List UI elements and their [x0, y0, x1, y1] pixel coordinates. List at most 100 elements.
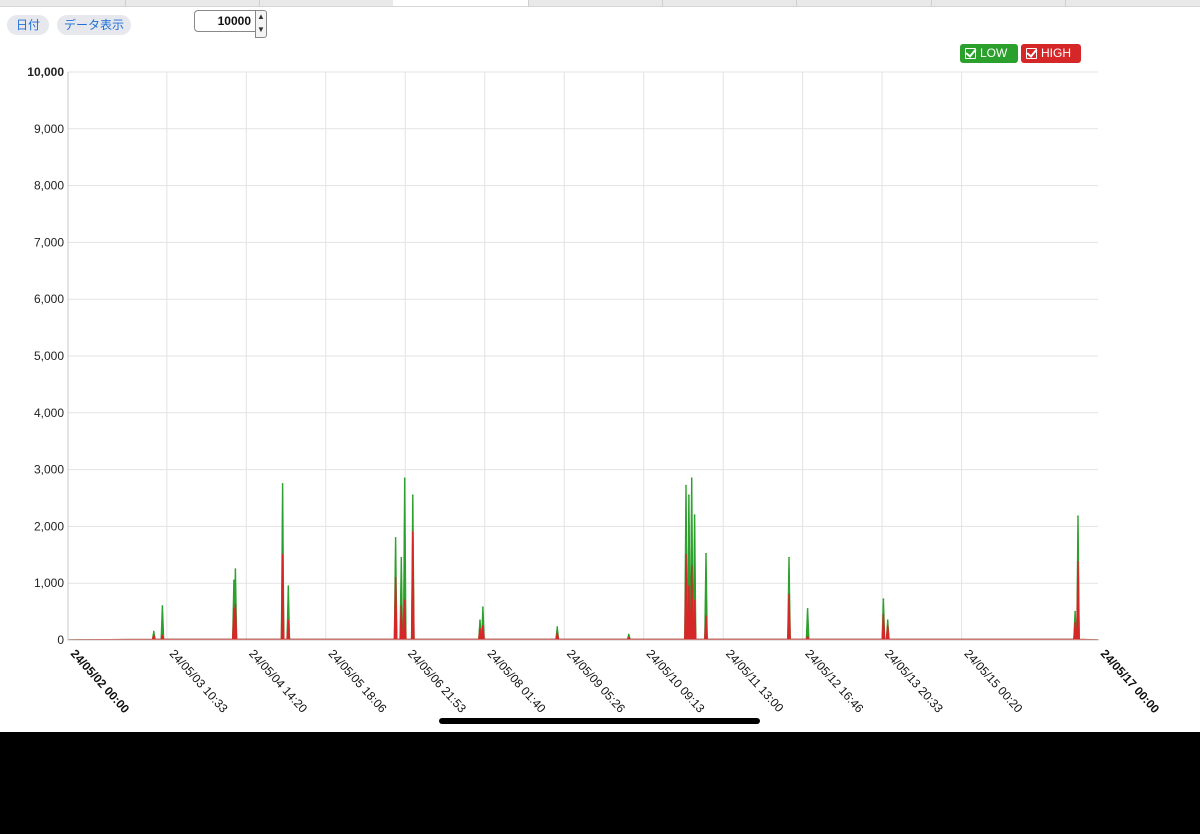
series-high-area [67, 531, 1099, 641]
x-tick-label: 24/05/04 14:20 [246, 647, 310, 716]
data-point-high [411, 531, 414, 533]
data-point-high [882, 613, 885, 616]
date-button[interactable]: 日付 [7, 15, 49, 35]
data-point-high [161, 634, 164, 637]
y-tick-label: 6,000 [34, 292, 64, 306]
y-tick-label: 1,000 [34, 576, 64, 590]
data-point-low [685, 484, 687, 487]
data-point-low [161, 605, 164, 607]
grid [68, 71, 1098, 641]
series-layer [67, 477, 1099, 641]
data-point-high [788, 593, 790, 596]
data-point-high [806, 635, 809, 638]
x-tick-label: 24/05/09 05:26 [564, 647, 628, 716]
y-tick-label: 3,000 [34, 463, 64, 477]
data-point-low [627, 633, 630, 636]
y-tick-label: 8,000 [34, 179, 64, 193]
stepper-arrows[interactable]: ▲ ▼ [255, 10, 267, 38]
data-point-high [482, 625, 484, 627]
data-point-low [400, 556, 403, 559]
x-tick-label: 24/05/03 10:33 [167, 647, 231, 716]
data-point-low [482, 606, 484, 608]
data-point-low [690, 477, 693, 479]
data-point-high [1074, 622, 1076, 624]
data-point-low [153, 630, 155, 633]
browser-tab[interactable] [662, 0, 797, 6]
y-tick-label: 5,000 [34, 349, 64, 363]
y-tick-label: 2,000 [34, 519, 64, 533]
y-tick-label: 9,000 [34, 122, 64, 136]
legend-high-label: HIGH [1041, 46, 1071, 60]
data-point-low [281, 483, 284, 485]
x-tick-label: 24/05/05 18:06 [326, 647, 390, 716]
x-tick-label: 24/05/10 09:13 [643, 647, 707, 716]
series-low-area [67, 477, 1099, 641]
stepper-up-icon[interactable]: ▲ [257, 13, 265, 21]
browser-tab-active[interactable] [393, 0, 529, 6]
data-point-high [153, 634, 155, 637]
data-point-high [479, 627, 481, 630]
data-point-low [886, 619, 889, 621]
line-chart: 0 1,000 2,000 3,000 4,000 5,000 6,000 7,000 8,00… [27, 65, 1162, 716]
data-point-high [234, 603, 237, 606]
data-point-low [882, 598, 885, 600]
browser-tab[interactable] [0, 0, 126, 6]
data-point-high [690, 565, 693, 567]
max-value-stepper[interactable]: ▲ ▼ [194, 10, 270, 38]
data-display-button[interactable]: データ表示 [57, 15, 131, 35]
data-point-low [234, 568, 237, 570]
max-value-input[interactable] [194, 10, 260, 32]
data-point-low [394, 536, 397, 539]
browser-tab-strip [0, 0, 1200, 7]
screen-bottom-bezel [0, 732, 1200, 834]
data-point-low [1074, 610, 1076, 613]
browser-tab[interactable] [528, 0, 663, 6]
data-point-high [1077, 560, 1079, 563]
data-point-low [693, 514, 696, 516]
data-point-low [233, 579, 235, 582]
data-point-high [556, 632, 559, 634]
data-point-low [1077, 515, 1079, 517]
data-point-low [688, 494, 690, 496]
data-point-low [788, 556, 790, 559]
data-point-high [685, 554, 687, 556]
browser-tab[interactable] [259, 0, 394, 6]
data-point-low [556, 626, 559, 628]
data-point-low [806, 607, 809, 610]
data-point-low [287, 585, 290, 587]
data-point-high [233, 607, 235, 610]
x-tick-label: 24/05/08 01:40 [485, 647, 549, 716]
data-point-low [411, 494, 414, 496]
data-point-high [627, 636, 630, 639]
browser-tab[interactable] [796, 0, 932, 6]
data-point-high [281, 554, 284, 556]
y-tick-label: 10,000 [27, 65, 64, 79]
data-point-high [886, 625, 889, 627]
data-point-high [400, 605, 403, 607]
data-point-high [688, 585, 690, 587]
y-tick-label: 4,000 [34, 406, 64, 420]
x-tick-label: 24/05/02 00:00 [68, 647, 133, 717]
data-point-high [705, 615, 707, 617]
x-tick-label: 24/05/06 21:53 [405, 647, 469, 716]
checkbox-checked-icon [965, 48, 976, 59]
data-point-low [403, 477, 406, 479]
y-tick-label: 7,000 [34, 235, 64, 249]
data-point-high [287, 619, 290, 621]
x-tick-label: 24/05/13 20:33 [882, 647, 946, 716]
data-point-low [479, 619, 481, 621]
data-point-high [403, 599, 406, 602]
x-tick-label: 24/05/15 00:20 [961, 647, 1025, 716]
browser-tab[interactable] [125, 0, 260, 6]
stepper-down-icon[interactable]: ▼ [257, 26, 265, 34]
home-indicator [439, 718, 760, 724]
x-tick-label: 24/05/17 00:00 [1098, 647, 1163, 717]
browser-tab[interactable] [931, 0, 1066, 6]
data-point-high [693, 599, 696, 602]
x-tick-label: 24/05/11 13:00 [723, 647, 787, 715]
axes: 0 1,000 2,000 3,000 4,000 5,000 6,000 7,000 8,00… [27, 65, 1162, 716]
checkbox-checked-icon [1026, 48, 1037, 59]
data-point-low [705, 552, 707, 555]
x-tick-label: 24/05/12 16:46 [802, 647, 866, 716]
data-point-high [394, 576, 397, 579]
